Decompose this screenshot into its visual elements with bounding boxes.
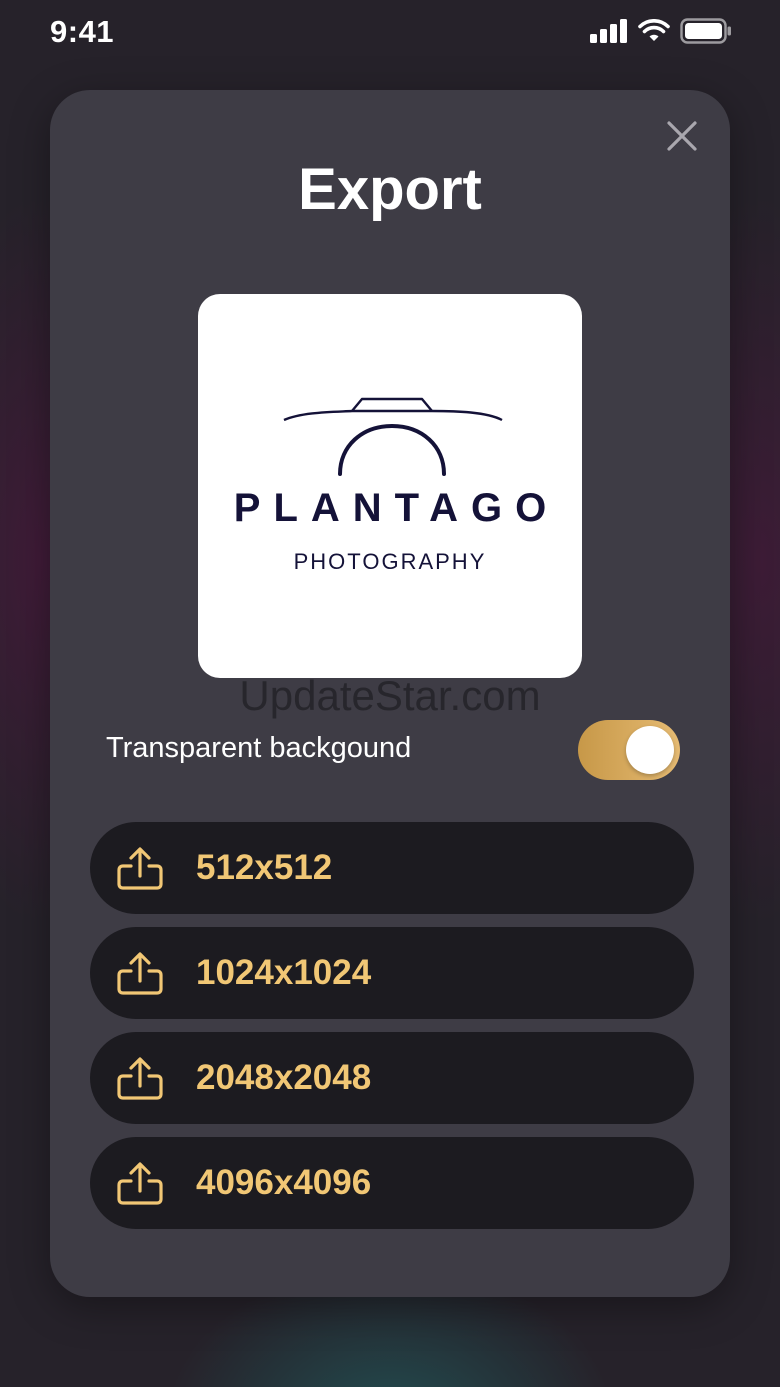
export-2048-button[interactable]: 2048x2048 — [90, 1032, 694, 1124]
transparent-background-row: Transparent backgound — [106, 718, 680, 782]
export-size-label: 4096x4096 — [196, 1163, 372, 1202]
watermark: UpdateStar.com — [239, 672, 541, 719]
wifi-icon — [638, 19, 670, 41]
status-time: 9:41 — [50, 14, 115, 49]
close-icon — [667, 121, 697, 151]
status-bar: 9:41 — [0, 0, 780, 70]
camera-logo-icon — [283, 397, 503, 476]
logo-name: PLANTAGO — [233, 486, 560, 530]
export-modal: Export PLANTAGO PHOTOGRAPHY UpdateStar.c… — [50, 90, 730, 1297]
cellular-signal-icon — [590, 19, 627, 43]
share-upload-icon — [117, 1162, 163, 1205]
logo-subtitle: PHOTOGRAPHY — [293, 549, 487, 574]
export-size-label: 1024x1024 — [196, 953, 372, 992]
export-options-list: 512x512 1024x1024 2048x2048 4096x4096 — [90, 822, 694, 1242]
share-upload-icon — [117, 1057, 163, 1100]
export-512-button[interactable]: 512x512 — [90, 822, 694, 914]
share-upload-icon — [117, 952, 163, 995]
export-size-label: 2048x2048 — [196, 1058, 372, 1097]
export-size-label: 512x512 — [196, 848, 333, 887]
share-upload-icon — [117, 847, 163, 890]
logo-preview: PLANTAGO PHOTOGRAPHY — [198, 294, 582, 678]
battery-icon — [680, 18, 731, 44]
toggle-knob — [626, 726, 674, 774]
export-1024-button[interactable]: 1024x1024 — [90, 927, 694, 1019]
status-icons — [590, 18, 732, 44]
export-4096-button[interactable]: 4096x4096 — [90, 1137, 694, 1229]
close-button[interactable] — [664, 118, 700, 154]
transparent-background-toggle[interactable] — [578, 720, 680, 780]
modal-title: Export — [298, 157, 482, 222]
transparent-background-label: Transparent backgound — [106, 732, 412, 764]
